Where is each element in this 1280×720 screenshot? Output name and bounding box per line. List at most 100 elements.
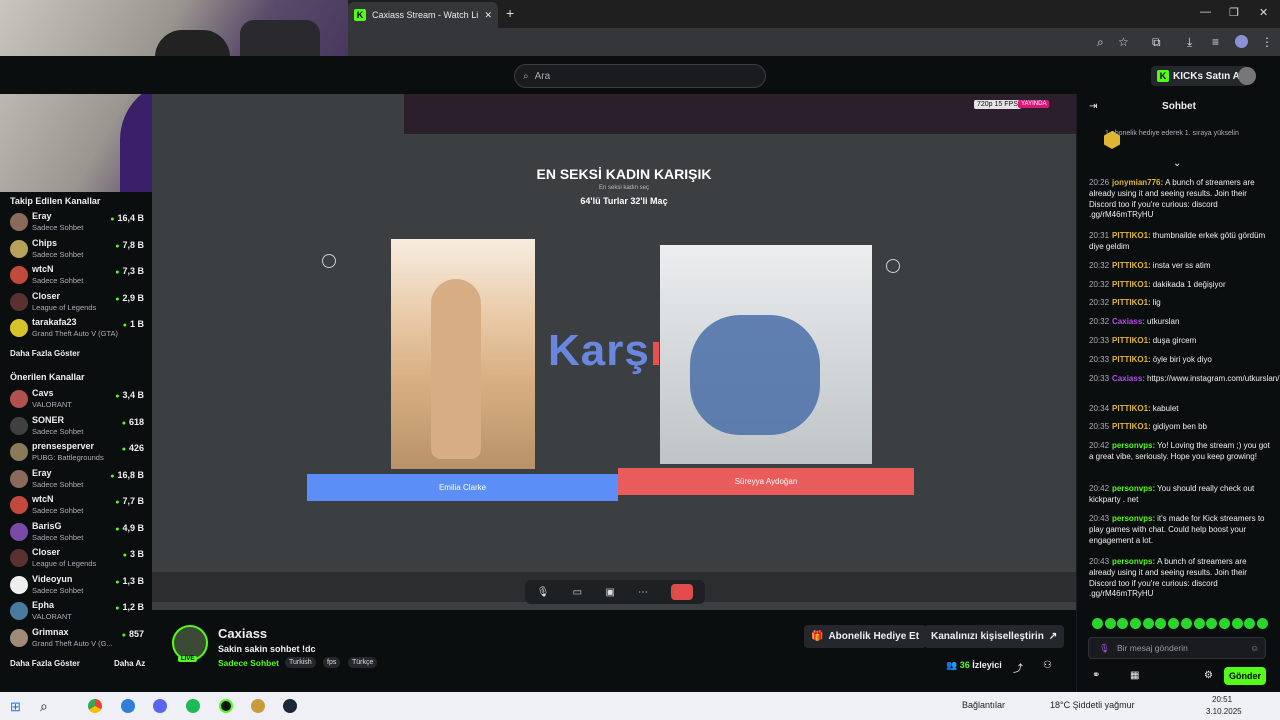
steam-icon[interactable] (283, 699, 297, 713)
chrome-icon[interactable] (88, 699, 102, 713)
bookmark-star-icon[interactable]: ☆ (1118, 35, 1129, 49)
channel-name[interactable]: Caxiass (218, 626, 267, 641)
address-bar[interactable] (348, 28, 1280, 56)
sidebar-channel-item[interactable]: SONERSadece Sohbet 618 (8, 415, 148, 441)
mic-icon[interactable]: 🎙 (1099, 643, 1110, 654)
sidebar-channel-item[interactable]: prensesperver PUBG: Battlegrounds 426 (8, 441, 148, 467)
vote-right-button[interactable]: Süreyya Aydoğan (618, 468, 914, 495)
search-taskbar-icon[interactable]: ⌕ (40, 698, 48, 715)
collapse-pinned-icon[interactable]: ⌄ (1173, 158, 1181, 169)
sidebar-channel-item[interactable]: wtcN Sadece Sohbet 7,7 B (8, 494, 148, 520)
user-options-icon[interactable]: ⚇ (1043, 660, 1052, 671)
zoom-left-icon[interactable] (322, 254, 336, 268)
end-call-button[interactable] (671, 584, 694, 600)
sidebar-channel-item[interactable]: Eray Sadece Sohbet 16,4 B (8, 211, 148, 237)
chat-tools-icon[interactable]: ⚭ (1092, 670, 1100, 681)
sidebar-channel-item[interactable]: GrimnaxGrand Theft Auto V (G... 857 (8, 627, 148, 653)
video-player[interactable]: 720p 15 FPS YAYINDA EN SEKSİ KADIN KARIŞ… (152, 94, 1076, 610)
windows-start-icon[interactable]: ⊞ (10, 699, 21, 715)
emote-icon[interactable] (1168, 618, 1180, 629)
browser-tab[interactable]: K Caxiass Stream - Watch Live ✕ (348, 2, 498, 28)
emote-icon[interactable] (1193, 618, 1205, 629)
chat-username[interactable]: PITTIKO1: (1112, 298, 1151, 307)
emote-icon[interactable] (1231, 618, 1243, 629)
profile-icon[interactable] (1235, 35, 1248, 48)
stream-tag[interactable]: Turkish (285, 657, 316, 668)
chat-username[interactable]: personvps: (1112, 557, 1155, 566)
mic-icon[interactable]: 🎙 (537, 587, 550, 598)
chat-username[interactable]: personvps: (1112, 484, 1155, 493)
emote-icon[interactable] (1142, 618, 1154, 629)
followed-show-more-link[interactable]: Daha Fazla Göster (10, 349, 80, 358)
sidebar-channel-item[interactable]: Epha VALORANT 1,2 B (8, 600, 148, 626)
stream-category[interactable]: Sadece Sohbet (218, 658, 279, 668)
stream-tag[interactable]: Türkçe (348, 657, 378, 668)
network-label[interactable]: Bağlantılar (962, 700, 1005, 710)
extensions-icon[interactable]: ⧉ (1152, 35, 1161, 50)
share-icon[interactable]: ⤴ (1013, 660, 1023, 675)
emote-icon[interactable] (1218, 618, 1230, 629)
customize-channel-button[interactable]: Kanalınızı kişiselleştirin ↗ (924, 625, 1065, 648)
emote-icon[interactable] (1256, 618, 1268, 629)
minimize-button[interactable]: — (1200, 6, 1211, 18)
emote-icon[interactable] (1206, 618, 1218, 629)
zoom-icon[interactable]: ⌕ (1097, 35, 1104, 50)
maximize-button[interactable]: ❐ (1229, 6, 1239, 19)
stream-tag[interactable]: fps (323, 657, 341, 668)
emoji-icon[interactable]: ☺ (1250, 643, 1259, 653)
app-icon[interactable] (121, 699, 135, 713)
sidebar-channel-item[interactable]: VideoyunSadece Sohbet 1,3 B (8, 574, 148, 600)
menu-dots-icon[interactable]: ⋮ (1261, 35, 1273, 49)
game-icon[interactable] (251, 699, 265, 713)
emote-icon[interactable] (1104, 618, 1116, 629)
search-input[interactable]: ⌕ Ara (514, 64, 766, 88)
sidebar-channel-item[interactable]: BarisGSadece Sohbet 4,9 B (8, 521, 148, 547)
user-avatar[interactable] (1238, 67, 1256, 85)
send-message-button[interactable]: Gönder (1224, 667, 1266, 685)
weather-label[interactable]: 18°C Şiddetli yağmur (1050, 700, 1135, 710)
share-icon[interactable]: ▣ (605, 587, 614, 598)
download-icon[interactable]: ⤓ (1187, 35, 1192, 50)
close-window-button[interactable]: ✕ (1259, 6, 1268, 19)
sidebar-channel-item[interactable]: wtcN Sadece Sohbet 7,3 B (8, 264, 148, 290)
spotify-icon[interactable] (186, 699, 200, 713)
chat-username[interactable]: PITTIKO1: (1112, 422, 1151, 431)
chat-username[interactable]: jonymian776: (1112, 178, 1163, 187)
sidebar-channel-item[interactable]: tarakafa23 Grand Theft Auto V (GTA) 1 B (8, 317, 148, 343)
media-icon[interactable]: ≡ (1212, 35, 1219, 49)
chat-message-input[interactable]: 🎙 Bir mesaj gönderin ☺ (1088, 637, 1266, 659)
vote-left-button[interactable]: Emilia Clarke (307, 474, 618, 501)
chat-username[interactable]: PITTIKO1: (1112, 280, 1151, 289)
discord-icon[interactable] (153, 699, 167, 713)
chat-username[interactable]: PITTIKO1: (1112, 261, 1151, 270)
tab-close-icon[interactable]: ✕ (484, 10, 492, 21)
emote-icon[interactable] (1155, 618, 1167, 629)
sidebar-channel-item[interactable]: EraySadece Sohbet 16,8 B (8, 468, 148, 494)
chat-username[interactable]: PITTIKO1: (1112, 355, 1151, 364)
emote-icon[interactable] (1130, 618, 1142, 629)
sidebar-channel-item[interactable]: ChipsSadece Sohbet 7,8 B (8, 238, 148, 264)
chat-store-icon[interactable]: ▦ (1130, 670, 1139, 681)
show-less-link[interactable]: Daha Az (114, 659, 145, 668)
chat-settings-icon[interactable]: ⚙ (1204, 670, 1213, 681)
gift-subscription-button[interactable]: 🎁 Abonelik Hediye Et (804, 625, 927, 648)
chat-username[interactable]: PITTIKO1: (1112, 231, 1151, 240)
chat-username[interactable]: personvps: (1112, 514, 1155, 523)
camera-icon[interactable]: ▭ (573, 587, 582, 598)
emote-icon[interactable] (1180, 618, 1192, 629)
new-tab-button[interactable]: + (506, 5, 514, 21)
chat-username[interactable]: personvps: (1112, 441, 1155, 450)
chat-username[interactable]: PITTIKO1: (1112, 336, 1151, 345)
more-icon[interactable]: ⋯ (638, 587, 648, 598)
sidebar-channel-item[interactable]: Cavs VALORANT 3,4 B (8, 388, 148, 414)
sidebar-channel-item[interactable]: CloserLeague of Legends 2,9 B (8, 291, 148, 317)
chat-username[interactable]: Caxiass: (1112, 374, 1145, 383)
buy-kicks-button[interactable]: K KICKs Satın Al (1151, 66, 1249, 86)
emote-icon[interactable] (1244, 618, 1256, 629)
zoom-right-icon[interactable] (886, 259, 900, 273)
chat-username[interactable]: PITTIKO1: (1112, 404, 1151, 413)
chat-username[interactable]: Caxiass: (1112, 317, 1145, 326)
emote-icon[interactable] (1117, 618, 1129, 629)
emote-icon[interactable] (1092, 618, 1103, 629)
show-more-link[interactable]: Daha Fazla Göster (10, 659, 80, 668)
